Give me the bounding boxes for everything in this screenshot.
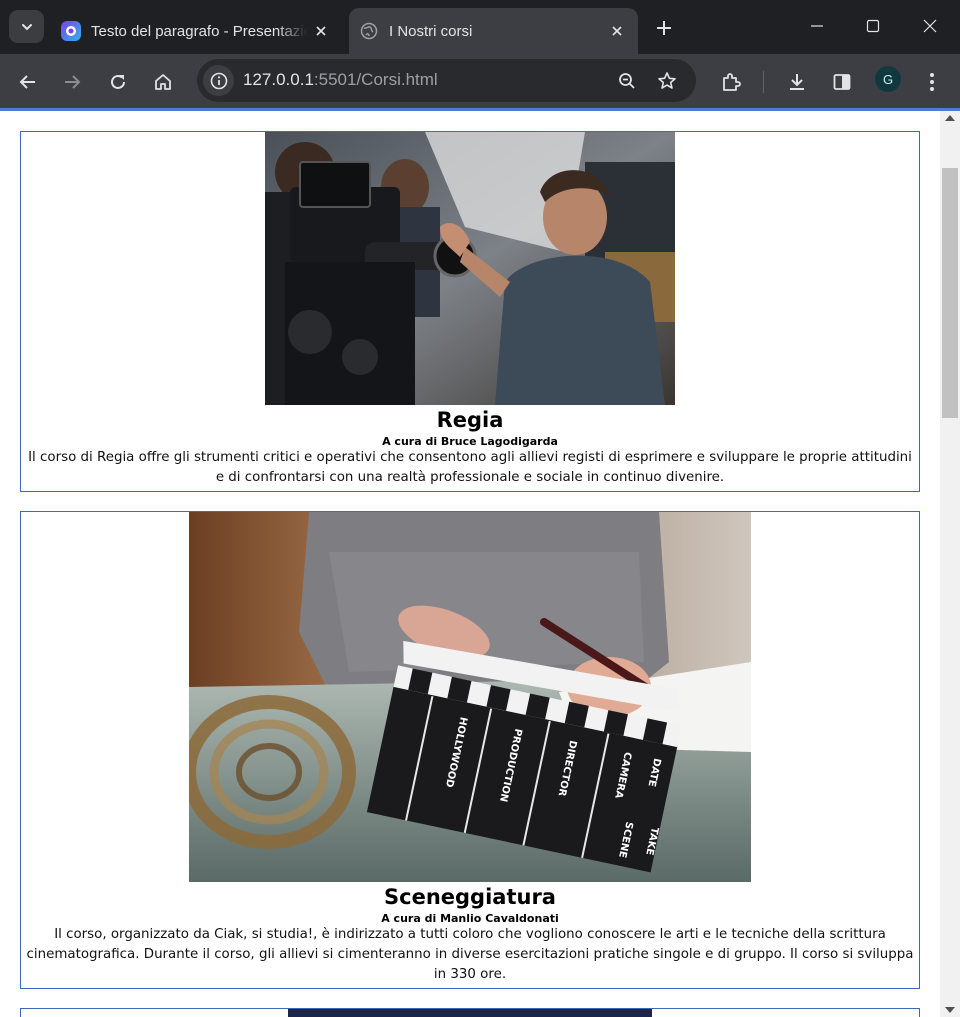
download-icon: [790, 74, 804, 90]
close-tab-icon[interactable]: [606, 20, 628, 42]
close-window-button[interactable]: [913, 11, 947, 41]
clapperboard-writing-illustration: HOLLYWOOD PRODUCTION DIRECTOR CAMERA DAT…: [189, 512, 751, 882]
minimize-icon: [811, 25, 823, 27]
maximize-button[interactable]: [856, 11, 890, 41]
tab-title: I Nostri corsi: [389, 22, 473, 40]
side-panel-icon: [833, 74, 851, 90]
tab-presentation[interactable]: Testo del paragrafo - Presentazione: [52, 8, 342, 54]
close-tab-icon[interactable]: [310, 20, 332, 42]
close-icon: [923, 19, 937, 33]
arrow-right-icon: [65, 75, 81, 89]
reload-icon: [111, 74, 125, 89]
tab-search-button[interactable]: [9, 10, 44, 43]
course-title: Regia: [436, 408, 504, 432]
side-panel-button[interactable]: [825, 65, 859, 99]
star-icon: [658, 72, 676, 89]
url-path: :5501/Corsi.html: [313, 70, 438, 89]
course-title: Sceneggiatura: [384, 885, 556, 909]
profile-avatar[interactable]: G: [875, 66, 901, 92]
chevron-down-icon: [21, 23, 32, 30]
scroll-up-arrow-icon[interactable]: [945, 115, 955, 121]
course-card-partial: [20, 1008, 920, 1017]
home-icon: [155, 74, 171, 90]
address-bar[interactable]: 127.0.0.1:5501/Corsi.html: [197, 59, 696, 102]
scroll-down-arrow-icon[interactable]: [945, 1007, 955, 1013]
toolbar-separator: [763, 71, 764, 93]
course-image-regia: [265, 132, 675, 405]
reload-button[interactable]: [101, 65, 135, 99]
course-card-sceneggiatura: HOLLYWOOD PRODUCTION DIRECTOR CAMERA DAT…: [20, 511, 920, 989]
more-vertical-icon: [930, 73, 934, 91]
url-text: 127.0.0.1:5501/Corsi.html: [243, 70, 438, 90]
scrollbar-thumb[interactable]: [942, 168, 958, 418]
canva-favicon-icon: [61, 21, 81, 41]
course-card-regia: Regia A cura di Bruce Lagodigarda Il cor…: [20, 131, 920, 492]
menu-button[interactable]: [915, 65, 949, 99]
course-author: A cura di Bruce Lagodigarda: [382, 435, 558, 448]
plus-icon: [657, 21, 671, 35]
course-image-partial: [288, 1009, 652, 1017]
page-viewport: Regia A cura di Bruce Lagodigarda Il cor…: [0, 111, 940, 1017]
zoom-out-icon: [619, 73, 635, 89]
extensions-button[interactable]: [714, 65, 748, 99]
bookmark-button[interactable]: [654, 68, 680, 94]
zoom-button[interactable]: [614, 68, 640, 94]
tab-strip: Testo del paragrafo - Presentazione I No…: [0, 0, 960, 54]
arrow-left-icon: [19, 75, 35, 89]
tab-nostri-corsi[interactable]: I Nostri corsi: [349, 8, 638, 54]
downloads-button[interactable]: [780, 65, 814, 99]
new-tab-button[interactable]: [650, 14, 678, 42]
maximize-icon: [866, 19, 880, 33]
course-description: Il corso, organizzato da Ciak, si studia…: [26, 927, 914, 982]
back-button[interactable]: [11, 65, 45, 99]
puzzle-icon: [723, 73, 741, 91]
home-button[interactable]: [146, 65, 180, 99]
minimize-button[interactable]: [800, 11, 834, 41]
course-author: A cura di Manlio Cavaldonati: [381, 912, 559, 925]
globe-icon: [359, 21, 379, 41]
forward-button[interactable]: [55, 65, 89, 99]
film-director-camera-illustration: [265, 132, 675, 405]
site-info-button[interactable]: [203, 65, 234, 96]
url-host: 127.0.0.1: [243, 70, 314, 89]
info-icon: [210, 72, 227, 89]
course-image-sceneggiatura: HOLLYWOOD PRODUCTION DIRECTOR CAMERA DAT…: [189, 512, 751, 882]
tab-title: Testo del paragrafo - Presentazione: [91, 22, 307, 40]
course-description: Il corso di Regia offre gli strumenti cr…: [28, 450, 912, 485]
browser-toolbar: 127.0.0.1:5501/Corsi.html G: [0, 54, 960, 109]
page-scrollbar[interactable]: [940, 111, 960, 1017]
